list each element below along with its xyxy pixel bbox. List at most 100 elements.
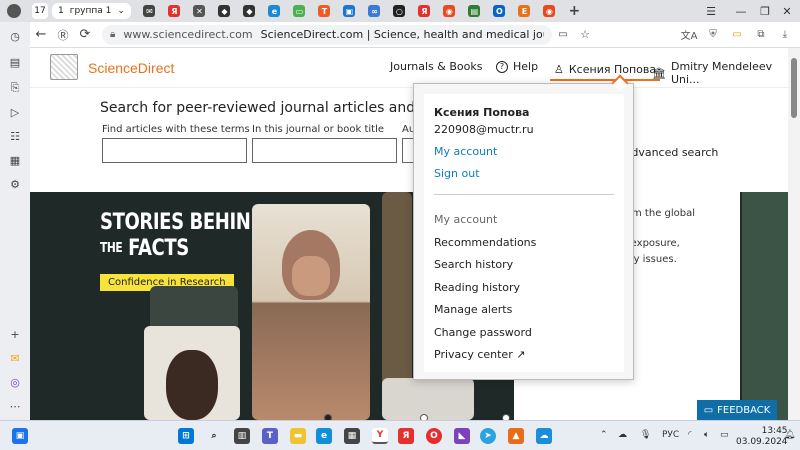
task-view-icon[interactable]: ▥ [234, 428, 250, 444]
profile-avatar-icon[interactable] [0, 0, 28, 22]
tray-chevron-icon[interactable]: ⌃ [600, 430, 608, 440]
yandex-icon[interactable]: Я [398, 428, 414, 444]
mail-icon[interactable]: ✉ [7, 350, 23, 366]
tab-t-icon[interactable]: T [312, 0, 337, 22]
alice-assistant-icon[interactable]: ◎ [7, 374, 23, 390]
tab-edge-icon-glyph: e [268, 5, 281, 17]
windows-start-icon[interactable]: ⊞ [178, 428, 194, 444]
tab-fx-icon[interactable]: ✕ [187, 0, 212, 22]
add-panel-icon[interactable]: + [7, 326, 23, 342]
tab-doc-icon[interactable]: ▭ [287, 0, 312, 22]
system-clock[interactable]: 13:45 03.09.2024 [736, 426, 788, 448]
page-scrollbar[interactable] [788, 48, 800, 420]
privacy-center-link[interactable]: Privacy center ↗ [434, 348, 525, 361]
user-account-button[interactable]: ♙ Ксения Попова [550, 55, 661, 81]
search-icon[interactable]: ⌕ [206, 428, 222, 444]
microphone-icon[interactable]: 🎙︎ [640, 430, 651, 440]
search-history-link[interactable]: Search history [434, 258, 513, 271]
reader-mode-icon[interactable]: ▭ [552, 24, 574, 46]
tab-gmail-icon-glyph: ✉ [143, 5, 156, 17]
cloud-app-icon[interactable]: ☁ [536, 428, 552, 444]
file-explorer-icon[interactable]: ▬ [290, 428, 306, 444]
tab-fx-icon[interactable]: ◆ [212, 0, 237, 22]
sciencedirect-logo[interactable]: ScienceDirect [88, 60, 174, 76]
windows-taskbar: ▣ ⊞ ⌕ ▥ T ▬ e ▦ Y Я O ◣ ➤ ▲ ☁ ⌃ ☁ 🎙︎ РУС… [0, 420, 800, 450]
more-icon[interactable]: ⋯ [7, 398, 23, 414]
widgets-icon[interactable]: ▣ [12, 428, 28, 444]
tab-bird-icon[interactable]: ◉ [437, 0, 462, 22]
store-icon[interactable]: ▦ [344, 428, 360, 444]
feedback-button[interactable]: ▭ FEEDBACK [697, 400, 777, 420]
opera-icon[interactable]: O [426, 428, 442, 444]
tab-bird-icon-glyph: ◉ [443, 5, 456, 17]
new-tab-button[interactable]: + [562, 0, 587, 22]
download-icon[interactable]: ⤓ [776, 26, 794, 44]
help-link[interactable]: ? Help [496, 60, 538, 73]
notifications-icon[interactable]: 🔔︎ [784, 430, 795, 440]
journals-books-link[interactable]: Journals & Books [390, 60, 482, 73]
play-icon[interactable]: ▷ [7, 104, 23, 120]
tab-sheet-icon-glyph: ▤ [468, 5, 481, 17]
tab-outlook-icon[interactable]: O [487, 0, 512, 22]
tab-fx-icon-glyph: ✕ [193, 5, 206, 17]
tab-elsevier-icon[interactable]: E [512, 0, 537, 22]
tray-cloud-icon[interactable]: ☁ [618, 430, 627, 440]
tab-sheet-icon[interactable]: ▤ [462, 0, 487, 22]
tab-doc-icon-glyph: ▭ [293, 5, 306, 17]
account-dropdown-panel: Ксения Попова 220908@muctr.ru My account… [424, 94, 624, 372]
battery-tray-icon[interactable]: ▭ [720, 430, 729, 440]
bookmark-star-icon[interactable]: ☆ [574, 24, 596, 46]
tab-bird-icon-glyph: ◉ [543, 5, 556, 17]
reading-history-link[interactable]: Reading history [434, 281, 520, 294]
journal-title-input[interactable] [252, 138, 397, 163]
tab-blue-icon[interactable]: ▣ [337, 0, 362, 22]
manage-alerts-link[interactable]: Manage alerts [434, 303, 512, 316]
tab-yandex-icon[interactable]: Я [162, 0, 187, 22]
scrollbar-thumb[interactable] [791, 58, 797, 118]
advanced-search-link[interactable]: Advanced search [624, 146, 718, 159]
extensions-icon[interactable]: ⧉ [752, 26, 770, 44]
tab-circle-icon[interactable]: ○ [387, 0, 412, 22]
translate-icon[interactable]: 文A [680, 26, 698, 44]
settings-icon[interactable]: ⚙ [7, 176, 23, 192]
find-articles-input[interactable] [102, 138, 247, 163]
collections-icon[interactable]: ▤ [7, 54, 23, 70]
yandex-browser-icon[interactable]: Y [372, 428, 388, 444]
battery-icon[interactable]: ▭ [728, 26, 746, 44]
notes-icon[interactable]: ☷ [7, 128, 23, 144]
visual-studio-icon[interactable]: ◣ [454, 428, 470, 444]
calendar-icon[interactable]: ▦ [7, 152, 23, 168]
tab-bird-icon[interactable]: ◉ [537, 0, 562, 22]
browser-tab-strip: 17 1 группа 1 ⌄ ✉ Я ✕ ◆ ◆ e ▭ T ▣ ∞ ○ Я ◉ ▤ O E ◉ + ☰ — … [0, 0, 800, 22]
elsevier-tree-logo[interactable] [50, 54, 78, 80]
my-account-link[interactable]: My account [434, 145, 497, 158]
tab-group[interactable]: 1 группа 1 ⌄ [52, 3, 131, 19]
language-indicator[interactable]: РУС [662, 430, 679, 440]
address-bar[interactable]: 🔒︎ www.sciencedirect.com ScienceDirect.c… [102, 24, 552, 45]
volume-icon[interactable]: 🔈︎ [704, 430, 709, 440]
tabs-menu-icon[interactable]: ☰ [696, 0, 726, 22]
tab-yandex-icon[interactable]: Я [412, 0, 437, 22]
edge-icon[interactable]: e [316, 428, 332, 444]
tab-gmail-icon[interactable]: ✉ [137, 0, 162, 22]
yandex-home-icon[interactable]: Ⓡ [52, 24, 74, 46]
history-icon[interactable]: ◷ [7, 28, 23, 44]
tab-edge-icon[interactable]: e [262, 0, 287, 22]
telegram-icon[interactable]: ➤ [480, 428, 496, 444]
back-arrow-icon[interactable]: ← [30, 24, 52, 46]
tab-link-icon[interactable]: ∞ [362, 0, 387, 22]
wifi-icon[interactable]: ◜ [688, 430, 692, 440]
teams-icon[interactable]: T [262, 428, 278, 444]
reload-icon[interactable]: ⟳ [74, 24, 96, 46]
sign-out-link[interactable]: Sign out [434, 167, 480, 180]
bookmark-icon[interactable]: ⎘ [7, 80, 23, 96]
hero-photo-face-2 [166, 350, 218, 420]
institution-link[interactable]: 🏛︎ Dmitry Mendeleev Uni... [652, 60, 788, 86]
tab-fx-icon[interactable]: ◆ [237, 0, 262, 22]
close-icon[interactable]: ✕ [772, 0, 800, 22]
change-password-link[interactable]: Change password [434, 326, 532, 339]
matlab-icon[interactable]: ▲ [508, 428, 524, 444]
shield-icon[interactable]: ⛨ [704, 26, 722, 44]
recommendations-link[interactable]: Recommendations [434, 236, 536, 249]
tab-count-badge[interactable]: 17 [32, 3, 48, 19]
